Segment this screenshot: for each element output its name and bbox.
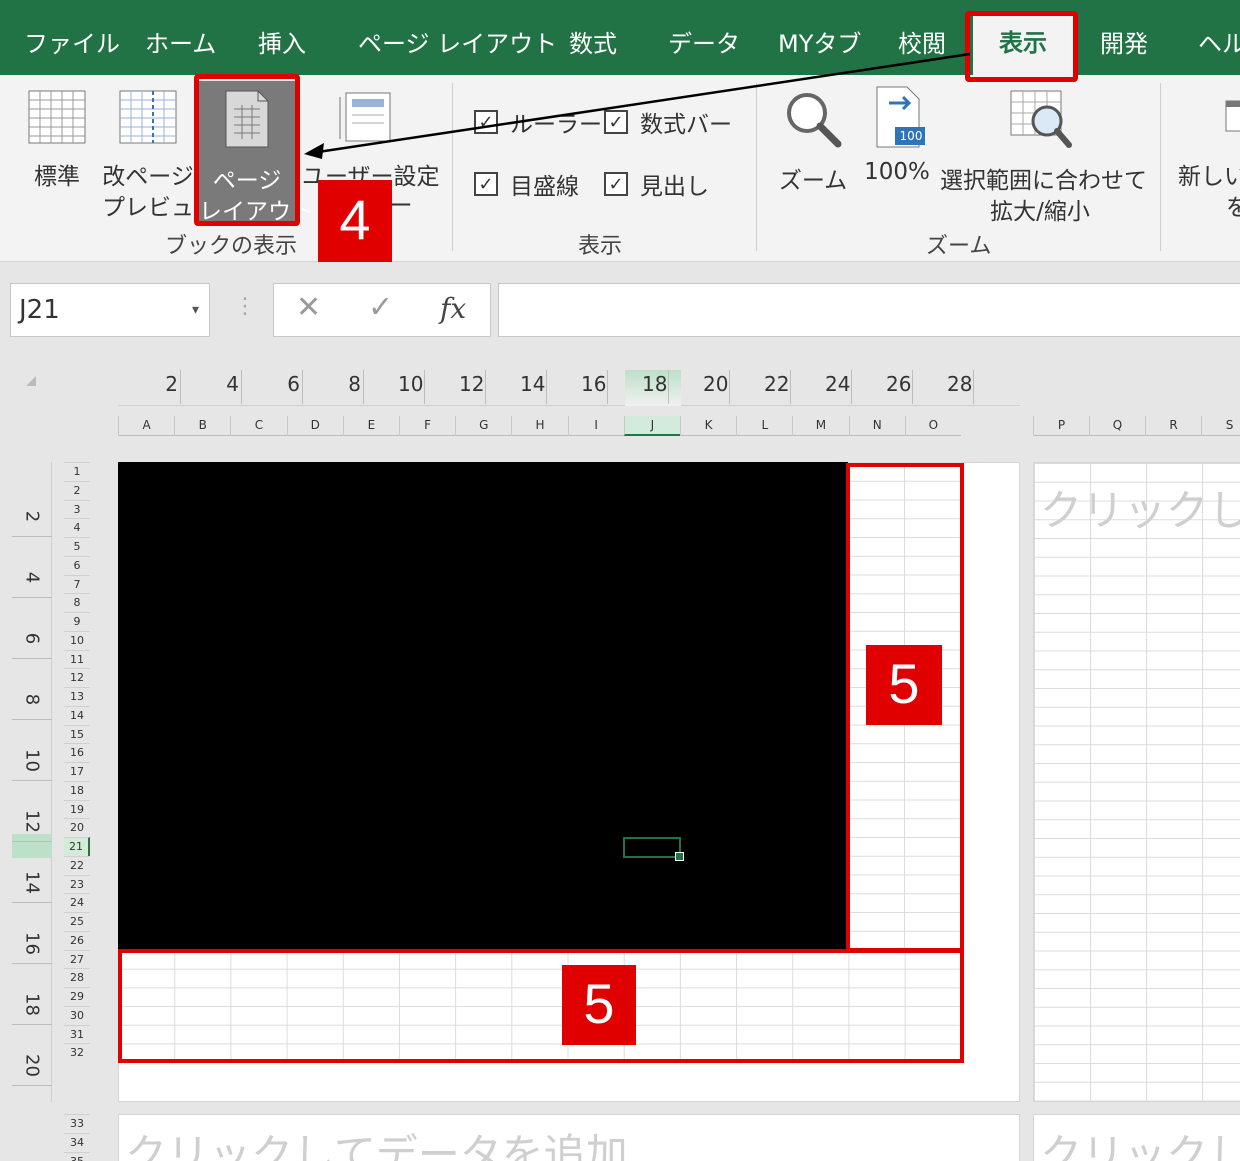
excel-window: ファイル ホーム 挿入 ページ レイアウト 数式 データ MYタブ 校閲 表示 … [0, 0, 1240, 1161]
step-5-badge: 5 [562, 965, 636, 1045]
step-5-badge: 5 [866, 645, 942, 725]
step-4-badge: 4 [318, 180, 392, 262]
